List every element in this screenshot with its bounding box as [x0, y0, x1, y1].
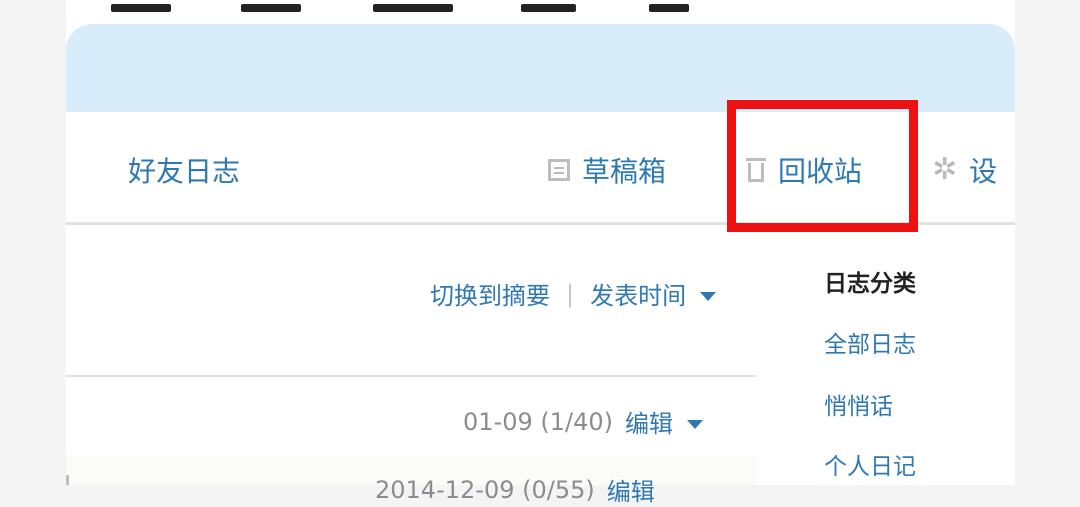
chevron-down-icon[interactable] [687, 420, 703, 429]
list-item: 2014-12-09 (0/55) 编辑 [375, 472, 655, 507]
list-divider [66, 375, 757, 377]
gear-icon: ✲ [932, 152, 958, 187]
edit-link[interactable]: 编辑 [625, 404, 673, 439]
settings-label: 设 [969, 155, 998, 188]
drafts-icon [548, 159, 570, 181]
sidebar-item-private-notes[interactable]: 悄悄话 [824, 387, 893, 421]
settings-button[interactable]: ✲ 设 [932, 150, 997, 190]
row-marker [66, 475, 69, 485]
entry-meta: 2014-12-09 (0/55) [375, 475, 595, 504]
nav-fragment [649, 4, 689, 12]
entry-meta: 01-09 (1/40) [463, 407, 613, 436]
tab-friends-journal[interactable]: 好友日志 [128, 150, 240, 190]
nav-fragment [373, 4, 453, 12]
drafts-label: 草稿箱 [582, 155, 667, 188]
toggle-summary-link[interactable]: 切换到摘要 [430, 276, 550, 311]
chevron-down-icon[interactable] [700, 292, 717, 301]
edit-link[interactable]: 编辑 [607, 472, 655, 507]
sort-by-time-dropdown[interactable]: 发表时间 [590, 276, 686, 311]
drafts-button[interactable]: 草稿箱 [548, 150, 666, 190]
nav-fragment [521, 4, 576, 12]
sidebar-item-all-journals[interactable]: 全部日志 [824, 325, 916, 359]
trash-highlight-box [727, 100, 918, 232]
sort-bar: 切换到摘要 | 发表时间 [430, 276, 717, 311]
sort-separator: | [566, 279, 575, 308]
sidebar-item-personal-diary[interactable]: 个人日记 [824, 447, 916, 481]
header-banner [66, 24, 1015, 112]
list-item: 01-09 (1/40) 编辑 [463, 404, 703, 439]
nav-fragment [111, 4, 171, 12]
nav-fragment [241, 4, 301, 12]
sidebar-title: 日志分类 [824, 271, 916, 297]
